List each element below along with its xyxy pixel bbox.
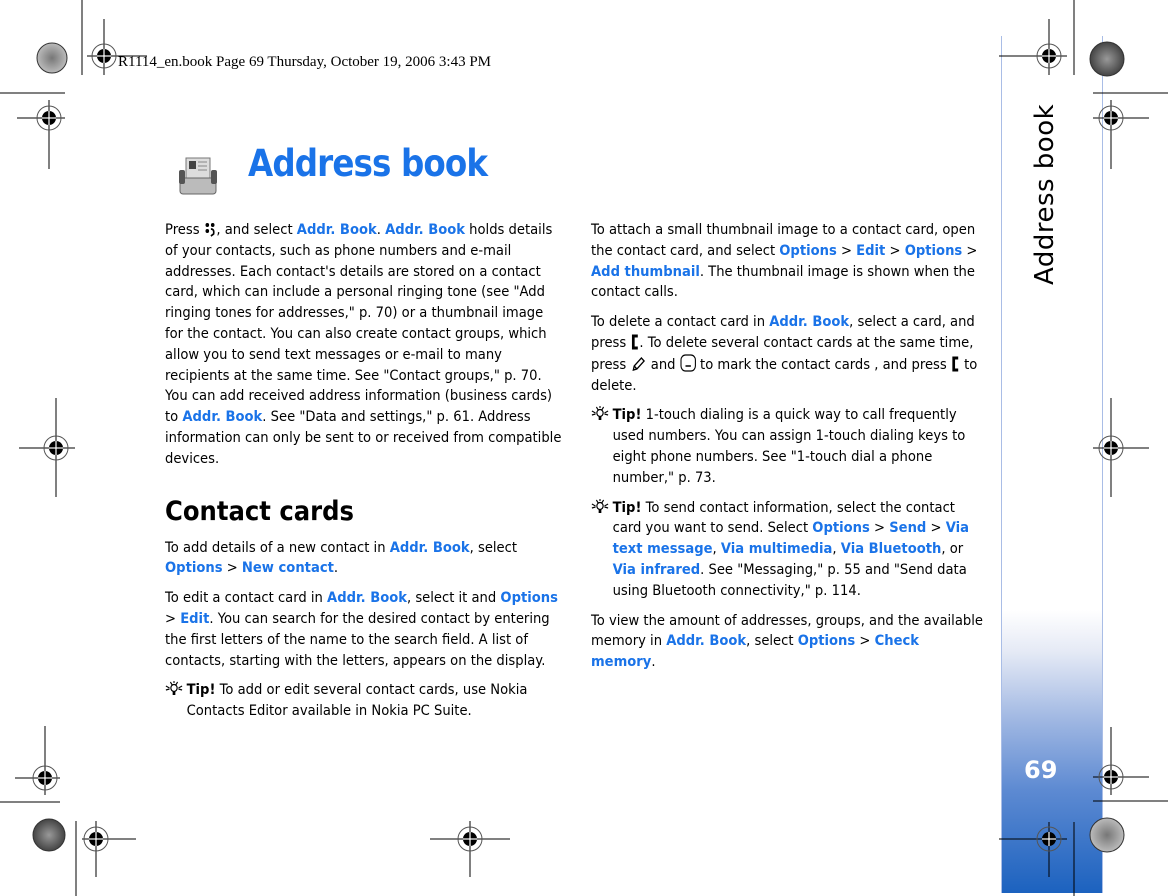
registration-mark-icon [999, 19, 1067, 75]
section-heading: Contact cards [165, 495, 354, 527]
text: , or [941, 540, 964, 558]
delete-paragraph: To delete a contact card in Addr. Book, … [591, 312, 985, 396]
thumbnail-paragraph: To attach a small thumbnail image to a c… [591, 220, 985, 303]
color-wheel-icon [36, 42, 68, 74]
registration-mark-icon [15, 726, 60, 795]
menu-ref-addr-book: Addr. Book [666, 632, 747, 650]
menu-ref-options: Options [165, 559, 223, 577]
text: > [165, 609, 181, 627]
tip-box: Tip! To add or edit several contact card… [165, 680, 563, 722]
text: > [222, 559, 242, 577]
menu-ref-edit: Edit [180, 609, 210, 627]
color-wheel-icon [1089, 41, 1125, 77]
text: , and select [216, 221, 297, 238]
text: . [651, 653, 656, 671]
text: Press [165, 221, 204, 238]
menu-ref-addr-book: Addr. Book [327, 589, 407, 607]
text: > [885, 241, 905, 259]
text: and [646, 355, 680, 373]
menu-ref-send: Send [889, 519, 927, 537]
text: holds details of your contacts, such as … [165, 221, 553, 426]
text: . [376, 221, 386, 238]
menu-ref-edit: Edit [856, 241, 886, 259]
tip-label: Tip! [612, 406, 642, 424]
text: , select [746, 632, 798, 650]
clear-key-icon [952, 356, 959, 372]
tip-text: 1-touch dialing is a quick way to call f… [612, 406, 966, 486]
edit-contact-paragraph: To edit a contact card in Addr. Book, se… [165, 588, 563, 671]
menu-ref-via-infrared: Via infrared [612, 560, 701, 578]
clear-key-icon [631, 334, 638, 350]
menu-ref-options: Options [779, 241, 837, 259]
registration-mark-icon [1093, 100, 1149, 169]
intro-paragraph: Press , and select Addr. Book. Addr. Boo… [165, 220, 563, 470]
text: , select [469, 538, 517, 556]
memory-paragraph: To view the amount of addresses, groups,… [591, 611, 985, 673]
left-column: Press , and select Addr. Book. Addr. Boo… [165, 220, 563, 731]
registration-mark-icon [1093, 398, 1149, 497]
text: > [962, 241, 978, 259]
text: > [836, 241, 857, 259]
text: , [832, 540, 841, 558]
color-wheel-icon [1089, 817, 1125, 853]
registration-mark-icon [1093, 727, 1149, 795]
tip-lightbulb-icon [165, 681, 183, 696]
tip-box: Tip! To send contact information, select… [591, 498, 985, 602]
registration-mark-icon [82, 821, 136, 877]
tip-label: Tip! [186, 681, 216, 699]
tip-lightbulb-icon [591, 498, 609, 513]
navi-key-icon [680, 354, 696, 372]
text: . [333, 559, 339, 577]
add-contact-paragraph: To add details of a new contact in Addr.… [165, 538, 563, 580]
text: To add details of a new contact in [165, 538, 390, 556]
text: > [855, 632, 875, 650]
address-book-icon [179, 157, 217, 195]
menu-ref-addr-book: Addr. Book [296, 221, 377, 238]
registration-mark-icon [19, 398, 75, 497]
right-column: To attach a small thumbnail image to a c… [591, 220, 985, 682]
menu-key-icon [205, 223, 215, 237]
text: > [869, 519, 890, 537]
text: > [926, 519, 946, 537]
color-wheel-icon [32, 818, 66, 852]
menu-ref-via-multimedia: Via multimedia [720, 540, 833, 558]
text: , select it and [406, 589, 501, 607]
menu-ref-options: Options [797, 632, 856, 650]
menu-ref-via-bluetooth: Via Bluetooth [840, 540, 942, 558]
tip-label: Tip! [612, 498, 642, 516]
page-title: Address book [248, 142, 488, 185]
registration-mark-icon [87, 19, 147, 75]
registration-mark-icon [17, 100, 65, 169]
text: To edit a contact card in [165, 589, 328, 607]
menu-ref-add-thumbnail: Add thumbnail [591, 262, 700, 280]
tip-box: Tip! 1-touch dialing is a quick way to c… [591, 405, 985, 488]
menu-ref-addr-book: Addr. Book [182, 408, 263, 426]
tip-text: To add or edit several contact cards, us… [186, 681, 528, 720]
menu-ref-options: Options [904, 241, 963, 259]
text: . You can search for the desired contact… [165, 609, 550, 669]
menu-ref-addr-book: Addr. Book [389, 538, 470, 556]
menu-ref-options: Options [500, 589, 558, 607]
registration-mark-icon [430, 821, 510, 877]
menu-ref-addr-book: Addr. Book [385, 221, 466, 238]
menu-ref-addr-book: Addr. Book [769, 313, 850, 331]
tip-lightbulb-icon [591, 406, 609, 421]
registration-mark-icon [999, 822, 1067, 877]
menu-ref-options: Options [812, 519, 870, 537]
text: to mark the contact cards , and press [695, 355, 951, 373]
menu-ref-new-contact: New contact [241, 559, 334, 577]
edit-key-icon [632, 356, 645, 371]
text: To delete a contact card in [591, 313, 770, 331]
